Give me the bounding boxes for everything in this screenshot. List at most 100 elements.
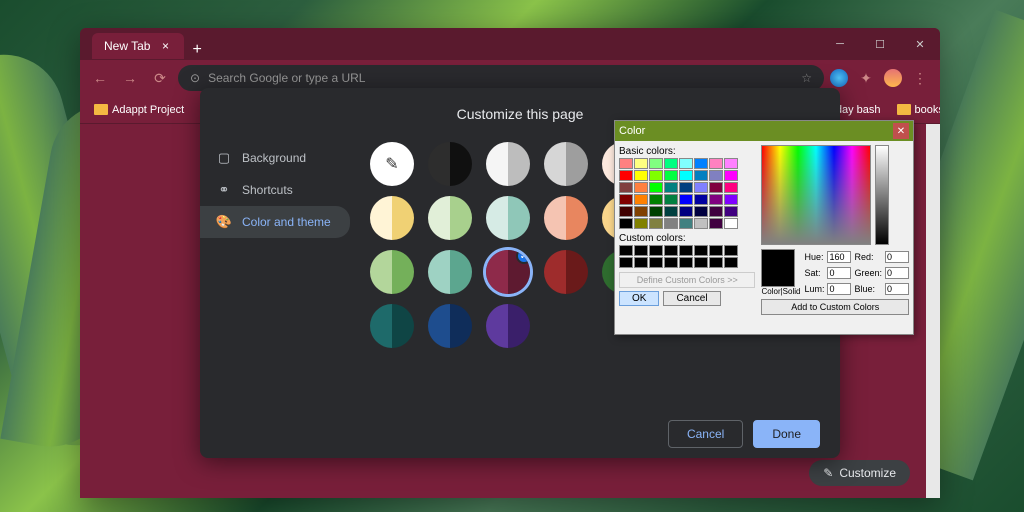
basic-color-cell[interactable] [634, 218, 648, 229]
done-button[interactable]: Done [753, 420, 820, 448]
green-input[interactable] [885, 267, 909, 279]
basic-color-cell[interactable] [664, 170, 678, 181]
basic-color-cell[interactable] [694, 194, 708, 205]
bookmark-item[interactable]: Adappt Project [88, 102, 190, 118]
red-input[interactable] [885, 251, 909, 263]
sat-input[interactable] [827, 267, 851, 279]
custom-color-cell[interactable] [664, 257, 678, 268]
minimize-button[interactable]: ─ [820, 28, 860, 60]
forward-button[interactable]: → [118, 66, 142, 90]
basic-color-cell[interactable] [679, 170, 693, 181]
theme-swatch[interactable] [428, 142, 472, 186]
basic-color-cell[interactable] [679, 158, 693, 169]
basic-color-cell[interactable] [619, 206, 633, 217]
add-custom-color-button[interactable]: Add to Custom Colors [761, 299, 909, 315]
basic-color-cell[interactable] [724, 194, 738, 205]
theme-swatch[interactable] [370, 304, 414, 348]
basic-color-cell[interactable] [619, 218, 633, 229]
basic-color-cell[interactable] [679, 206, 693, 217]
basic-color-cell[interactable] [664, 194, 678, 205]
back-button[interactable]: ← [88, 66, 112, 90]
custom-color-cell[interactable] [649, 245, 663, 256]
profile-avatar[interactable] [884, 69, 902, 87]
theme-swatch[interactable] [428, 250, 472, 294]
basic-color-cell[interactable] [694, 170, 708, 181]
ok-button[interactable]: OK [619, 291, 659, 306]
blue-input[interactable] [885, 283, 909, 295]
bookmark-star-icon[interactable]: ☆ [801, 71, 812, 85]
custom-color-cell[interactable] [694, 245, 708, 256]
scrollbar[interactable] [926, 124, 940, 498]
basic-color-cell[interactable] [679, 194, 693, 205]
basic-color-cell[interactable] [649, 158, 663, 169]
theme-swatch[interactable] [544, 196, 588, 240]
custom-color-cell[interactable] [649, 257, 663, 268]
basic-color-cell[interactable] [679, 182, 693, 193]
basic-color-cell[interactable] [694, 218, 708, 229]
close-window-button[interactable]: ✕ [900, 28, 940, 60]
custom-color-cell[interactable] [664, 245, 678, 256]
theme-swatch[interactable] [544, 250, 588, 294]
basic-color-cell[interactable] [709, 218, 723, 229]
custom-color-cell[interactable] [619, 257, 633, 268]
hue-input[interactable] [827, 251, 851, 263]
basic-color-cell[interactable] [649, 182, 663, 193]
theme-swatch[interactable]: ✓ [486, 250, 530, 294]
basic-color-cell[interactable] [619, 194, 633, 205]
new-tab-button[interactable]: + [192, 41, 201, 59]
basic-color-cell[interactable] [619, 182, 633, 193]
basic-color-cell[interactable] [724, 206, 738, 217]
cancel-button[interactable]: Cancel [668, 420, 743, 448]
close-tab-icon[interactable]: × [158, 39, 172, 53]
basic-color-cell[interactable] [664, 158, 678, 169]
basic-color-cell[interactable] [619, 170, 633, 181]
theme-swatch[interactable] [486, 196, 530, 240]
basic-color-cell[interactable] [649, 206, 663, 217]
basic-color-cell[interactable] [724, 158, 738, 169]
custom-color-cell[interactable] [679, 245, 693, 256]
basic-color-cell[interactable] [709, 158, 723, 169]
custom-color-cell[interactable] [634, 257, 648, 268]
theme-swatch[interactable] [486, 142, 530, 186]
basic-color-cell[interactable] [694, 158, 708, 169]
extension-icon[interactable] [830, 69, 848, 87]
basic-color-cell[interactable] [634, 170, 648, 181]
menu-button[interactable]: ⋮ [908, 66, 932, 90]
bookmark-item[interactable]: books [891, 102, 940, 118]
extensions-puzzle-icon[interactable]: ✦ [854, 66, 878, 90]
define-custom-colors-button[interactable]: Define Custom Colors >> [619, 272, 755, 288]
basic-color-cell[interactable] [664, 206, 678, 217]
sidebar-item-shortcuts[interactable]: ⚭ Shortcuts [200, 174, 350, 206]
basic-color-cell[interactable] [724, 170, 738, 181]
sidebar-item-color-theme[interactable]: 🎨 Color and theme [200, 206, 350, 238]
basic-color-cell[interactable] [709, 194, 723, 205]
hue-sat-picker[interactable] [761, 145, 871, 245]
theme-swatch[interactable] [486, 304, 530, 348]
theme-swatch[interactable] [544, 142, 588, 186]
basic-color-cell[interactable] [649, 194, 663, 205]
basic-color-cell[interactable] [664, 218, 678, 229]
sidebar-item-background[interactable]: ▢ Background [200, 142, 350, 174]
basic-color-cell[interactable] [709, 170, 723, 181]
maximize-button[interactable]: ☐ [860, 28, 900, 60]
color-dialog-titlebar[interactable]: Color ✕ [615, 121, 913, 141]
basic-color-cell[interactable] [724, 218, 738, 229]
theme-swatch[interactable] [428, 196, 472, 240]
custom-color-cell[interactable] [694, 257, 708, 268]
custom-color-cell[interactable] [679, 257, 693, 268]
basic-color-cell[interactable] [619, 158, 633, 169]
theme-swatch[interactable] [428, 304, 472, 348]
custom-color-swatch[interactable]: ✎ [370, 142, 414, 186]
basic-color-cell[interactable] [709, 206, 723, 217]
basic-color-cell[interactable] [634, 194, 648, 205]
basic-color-cell[interactable] [634, 158, 648, 169]
basic-color-cell[interactable] [634, 182, 648, 193]
custom-color-cell[interactable] [619, 245, 633, 256]
basic-color-cell[interactable] [679, 218, 693, 229]
basic-color-cell[interactable] [694, 206, 708, 217]
custom-color-cell[interactable] [709, 245, 723, 256]
custom-color-cell[interactable] [724, 257, 738, 268]
basic-color-cell[interactable] [649, 218, 663, 229]
close-dialog-button[interactable]: ✕ [893, 123, 909, 139]
custom-color-cell[interactable] [724, 245, 738, 256]
